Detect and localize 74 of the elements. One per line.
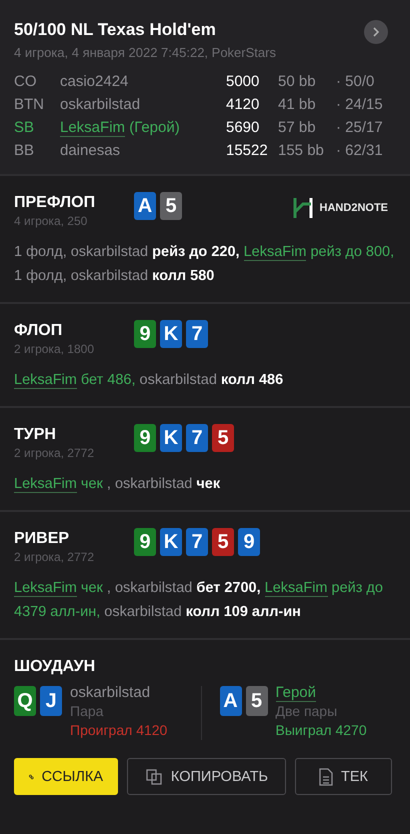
playing-card: K [160, 528, 182, 556]
hero-tag: (Герой) [129, 119, 180, 136]
playing-card: J [40, 686, 62, 716]
action-log: LeksaFim чек , oskarbilstad бет 2700, LeksaFim рейз до 4379 алл-ин, oskarbilstad колл 109 алл-ин [14, 579, 384, 622]
hand-rank: Пара [70, 702, 104, 721]
player-bb: 41 bb [278, 95, 317, 114]
player-stack: 4120 [226, 95, 260, 114]
player-position: SB [14, 118, 36, 137]
copy-icon [144, 768, 163, 786]
player-name: oskarbilstad [70, 683, 152, 702]
player-bb: 57 bb [278, 118, 317, 137]
playing-card: A [220, 686, 242, 716]
player-stack: 5000 [226, 72, 260, 91]
street-title: ФЛОП [14, 322, 64, 340]
playing-card: 7 [186, 320, 208, 348]
player-position: CO [14, 72, 38, 91]
text-button[interactable]: ТЕК [295, 758, 392, 795]
playing-card: 9 [134, 424, 156, 452]
player-link[interactable]: LeksaFim [14, 476, 77, 493]
player-stats: · 50/0 [336, 72, 376, 91]
player-link[interactable]: LeksaFim [264, 580, 328, 597]
action-log: LeksaFim чек , oskarbilstad чек [14, 475, 222, 495]
document-icon [319, 768, 333, 786]
player-link[interactable]: LeksaFim [14, 372, 77, 389]
action-log: 1 фолд, oskarbilstad рейз до 220, LeksaFim рейз до 800, 1 фолд, oskarbilstad колл 580 [14, 243, 396, 286]
hand-result: Проиграл 4120 [70, 721, 168, 740]
player-link[interactable]: Герой [276, 684, 316, 702]
playing-card: 5 [212, 528, 234, 556]
playing-card: 9 [238, 528, 260, 556]
link-button[interactable]: ССЫЛКА [14, 758, 118, 795]
playing-card: 5 [212, 424, 234, 452]
player-position: BB [14, 141, 36, 160]
playing-card: K [160, 424, 182, 452]
copy-button[interactable]: КОПИРОВАТЬ [127, 758, 286, 795]
action-log: LeksaFim бет 486, oskarbilstad колл 486 [14, 371, 284, 391]
street-info: 4 игрока, 250 [14, 214, 88, 228]
street-info: 2 игрока, 2772 [14, 550, 95, 564]
hand-result: Выиграл 4270 [276, 721, 367, 740]
player-name: oskarbilstad [60, 95, 142, 114]
player-stack: 5690 [226, 118, 260, 137]
playing-card: K [160, 320, 182, 348]
player-name: dainesas [60, 141, 122, 160]
player-name: casio2424 [60, 72, 130, 91]
playing-card: 5 [160, 192, 182, 220]
hand-subtitle: 4 игрока, 4 января 2022 7:45:22, PokerStars [14, 45, 276, 60]
logo-text: HAND2NOTE [320, 202, 388, 214]
chevron-right-icon [371, 26, 381, 38]
player-stats: · 62/31 [336, 141, 384, 160]
player-position: BTN [14, 95, 45, 114]
playing-card: 7 [186, 528, 208, 556]
player-stack: 15522 [226, 141, 269, 160]
logo-icon [292, 196, 314, 220]
playing-card: Q [14, 686, 36, 716]
street-info: 2 игрока, 1800 [14, 342, 95, 356]
player-link[interactable]: LeksaFim [244, 244, 306, 261]
street-info: 2 игрока, 2772 [14, 446, 95, 460]
street-title: ПРЕФЛОП [14, 194, 96, 212]
player-link[interactable]: LeksaFim [14, 580, 77, 597]
playing-card: 7 [186, 424, 208, 452]
street-title: РИВЕР [14, 530, 70, 548]
player-bb: 155 bb [278, 141, 325, 160]
playing-card: A [134, 192, 156, 220]
hand-rank: Две пары [276, 702, 338, 721]
player-stats: · 24/15 [336, 95, 384, 114]
next-button[interactable] [364, 20, 388, 44]
player-link[interactable]: LeksaFim [60, 119, 126, 137]
playing-card: 9 [134, 528, 156, 556]
player-bb: 50 bb [278, 72, 317, 91]
showdown-title: ШОУДАУН [14, 658, 96, 676]
hand-title: 50/100 NL Texas Hold'em [14, 20, 217, 40]
playing-card: 5 [246, 686, 268, 716]
street-title: ТУРН [14, 426, 57, 444]
player-stats: · 25/17 [336, 118, 384, 137]
playing-card: 9 [134, 320, 156, 348]
